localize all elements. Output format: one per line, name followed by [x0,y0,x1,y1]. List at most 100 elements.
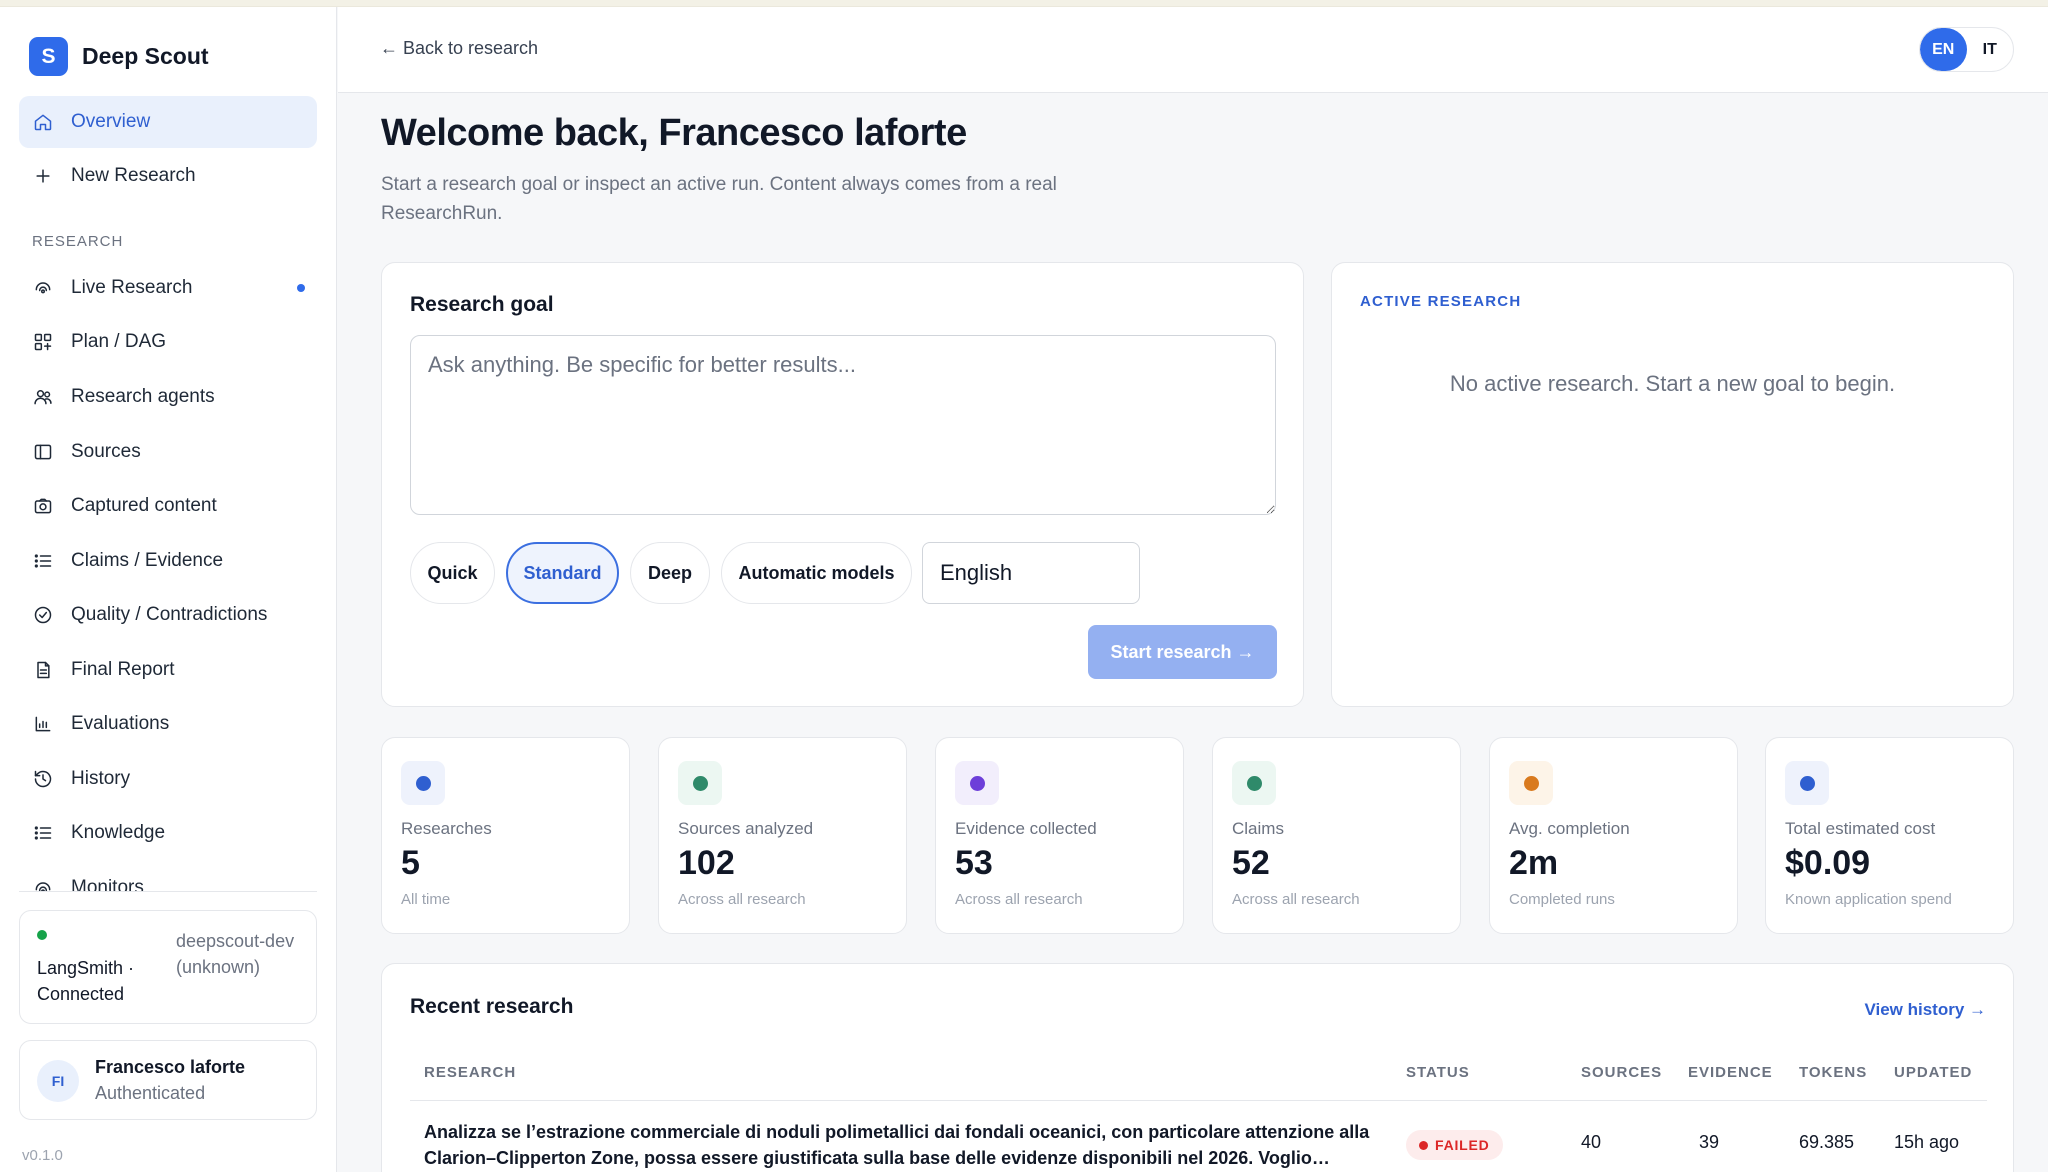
history-icon [33,769,53,789]
research-goal-title: Research goal [410,293,554,316]
stat-card-total-cost: Total estimated cost $0.09 Known applica… [1765,737,2014,934]
column-header-evidence[interactable]: EVIDENCE [1688,1064,1773,1081]
stat-label: Researches [401,819,492,838]
user-card[interactable]: FI Francesco laforte Authenticated [19,1040,317,1120]
sidebar-item-label: Plan / DAG [71,331,167,352]
document-icon [33,660,53,680]
users-icon [33,387,53,407]
sidebar-item-label: Research agents [71,386,215,407]
sidebar-item-label: Sources [71,441,141,462]
top-accent-line [0,0,2048,7]
language-select[interactable]: English [922,542,1140,604]
stat-icon-bg [678,761,722,805]
sidebar-item-captured-content[interactable]: Captured content [19,480,317,532]
sidebar-item-knowledge[interactable]: Knowledge [19,807,317,859]
stat-value: 53 [955,844,993,882]
status-dot-icon [1419,1140,1428,1150]
depth-quick-button[interactable]: Quick [410,542,495,604]
brand[interactable]: S Deep Scout [29,37,209,76]
langsmith-status-card: LangSmith · Connected deepscout-dev (unk… [19,910,317,1024]
sidebar-item-label: Live Research [71,277,193,298]
table-header-divider [410,1100,1987,1101]
stat-icon-bg [1232,761,1276,805]
sidebar-item-label: New Research [71,165,196,186]
user-status: Authenticated [95,1083,206,1103]
user-name: Francesco laforte [95,1057,246,1077]
sidebar-item-evaluations[interactable]: Evaluations [19,698,317,750]
stat-dot-icon [1799,775,1815,791]
stat-value: 2m [1509,844,1559,882]
recent-research-title: Recent research [410,995,574,1018]
column-header-status[interactable]: STATUS [1406,1064,1470,1081]
bar-chart-icon [33,714,53,734]
stat-value: 52 [1232,844,1270,882]
depth-standard-button[interactable]: Standard [506,542,619,604]
stat-icon-bg [955,761,999,805]
stat-icon-bg [1509,761,1553,805]
stat-subtext: Across all research [955,891,1083,908]
column-header-sources[interactable]: SOURCES [1581,1064,1662,1081]
stat-icon-bg [401,761,445,805]
sidebar-item-quality-contradictions[interactable]: Quality / Contradictions [19,589,317,641]
list-icon [33,551,53,571]
camera-icon [33,496,53,516]
lang-en-button[interactable]: EN [1920,28,1967,71]
panel-icon [33,442,53,462]
sidebar-item-history[interactable]: History [19,753,317,805]
sidebar-item-research-agents[interactable]: Research agents [19,371,317,423]
stat-label: Total estimated cost [1785,819,1936,838]
sidebar-scroll-clip: Monitors [0,863,337,891]
stat-card-evidence: Evidence collected 53 Across all researc… [935,737,1184,934]
stat-icon-bg [1785,761,1829,805]
column-header-tokens[interactable]: TOKENS [1799,1064,1867,1081]
sources-cell: 40 [1581,1132,1602,1152]
stat-dot-icon [415,775,431,791]
sidebar-item-label: Final Report [71,659,175,680]
section-label-research: RESEARCH [32,233,124,250]
sidebar-item-plan-dag[interactable]: Plan / DAG [19,316,317,368]
view-history-link[interactable]: View history → [1864,1000,1986,1020]
back-to-research-link[interactable]: ← Back to research [380,38,538,59]
research-title-cell[interactable]: Analizza se l’estrazione commerciale di … [424,1119,1384,1171]
sidebar: S Deep Scout Overview New Research RESEA… [0,7,337,1172]
sidebar-item-live-research[interactable]: Live Research [19,262,317,314]
stat-label: Sources analyzed [678,819,814,838]
stat-label: Evidence collected [955,819,1097,838]
automatic-models-button[interactable]: Automatic models [721,542,912,604]
research-goal-input[interactable] [410,335,1276,515]
sidebar-item-label: Evaluations [71,713,170,734]
sidebar-item-sources[interactable]: Sources [19,426,317,478]
connection-env: deepscout-dev (unknown) [176,931,295,977]
sidebar-item-label: Overview [71,111,151,132]
stat-card-claims: Claims 52 Across all research [1212,737,1461,934]
start-research-button[interactable]: Start research → [1088,625,1277,679]
active-research-label: ACTIVE RESEARCH [1360,293,1522,310]
sidebar-divider [19,891,317,892]
brand-name: Deep Scout [82,43,209,69]
sidebar-item-label: History [71,768,131,789]
stat-dot-icon [1523,775,1539,791]
page-title: Welcome back, Francesco laforte [381,112,967,154]
column-header-updated[interactable]: UPDATED [1894,1064,1972,1081]
updated-cell: 15h ago [1894,1132,1960,1152]
lang-it-button[interactable]: IT [1967,28,2014,71]
depth-deep-button[interactable]: Deep [630,542,710,604]
stat-card-avg-completion: Avg. completion 2m Completed runs [1489,737,1738,934]
broadcast-icon [33,878,53,891]
tokens-cell: 69.385 [1799,1132,1855,1152]
research-goal-card: Research goal Quick Standard Deep Automa… [381,262,1304,707]
connection-status-dot [37,930,47,940]
sidebar-item-overview[interactable]: Overview [19,96,317,148]
active-research-empty-state: No active research. Start a new goal to … [1449,371,1896,396]
stat-value: 102 [678,844,735,882]
sidebar-item-new-research[interactable]: New Research [19,150,317,202]
sidebar-item-claims-evidence[interactable]: Claims / Evidence [19,535,317,587]
column-header-research[interactable]: RESEARCH [424,1064,516,1081]
sidebar-item-monitors[interactable]: Monitors [19,863,317,891]
sidebar-item-final-report[interactable]: Final Report [19,644,317,696]
stat-subtext: Across all research [1232,891,1360,908]
stat-label: Claims [1232,819,1284,838]
live-indicator-dot [297,284,305,292]
stat-subtext: Known application spend [1785,891,1952,908]
status-text: FAILED [1435,1137,1490,1153]
